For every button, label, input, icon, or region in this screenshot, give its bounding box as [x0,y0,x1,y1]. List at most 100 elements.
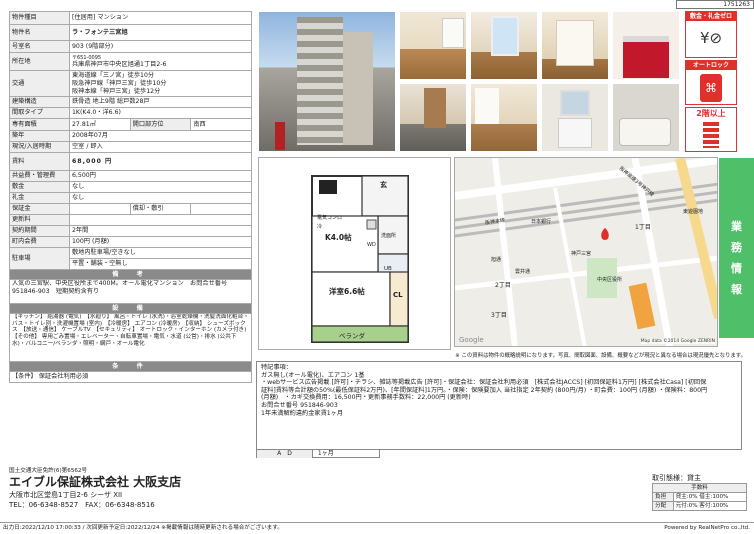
tab-char: 情 [731,262,742,275]
fp-kitchen: K4.0帖 [325,233,352,242]
fee-value: 6,500円 [69,170,252,182]
structure-label: 建築構造 [9,96,70,108]
addr-value: 兵庫県神戸市中央区旭通1丁目2-6 [72,60,167,68]
type-value: [住居用] マンション [69,11,252,25]
license-no: 国土交通大臣免許(6)第6562号 [9,468,88,474]
window-label: 開口部方位 [129,118,192,131]
equip-text: 【キッチン】 給湯器 (電気) 【水廻り】 風呂・トイレ (水洗)・浴室乾燥機・… [9,313,252,362]
addr-label: 所在地 [9,52,70,71]
fp-senmen: 洗面所 [381,233,397,239]
period-label: 契約期間 [9,225,70,237]
badge-upper-floor: 2階以上 [685,107,737,152]
renewal-label: 更新料 [9,214,70,226]
fp-reizo: 冷 [317,224,323,230]
rent-value: 68,000 円 [69,152,252,171]
fp-youshitsu: 洋室6.6帖 [329,287,365,296]
fp-genkan: 玄 [380,181,387,189]
washroom-photo [541,83,609,152]
tab-char: 務 [731,241,742,254]
fee-table: 手数料 負担 貸主:0% 借主:100% 分配 元付:0% 客付:100% [652,483,748,511]
tab-char: 報 [731,283,742,296]
company-tel: TEL：06-6348-8527 FAX：06-6348-8516 [9,501,155,509]
name-label: 物件名 [9,24,70,41]
room-label: 号室名 [9,40,70,53]
lock-keypad-icon: ⌘ [700,74,722,102]
floorplan: 玄 電気コンロ 冷 K4.0帖 洗面所 WD UB 洋室6.6帖 CL ベランダ [258,157,451,350]
fp-wd: WD [367,242,376,248]
company-address: 大阪市北区堂島1丁目2-6 シーザ XII [9,491,123,499]
built-value: 2008年07月 [69,130,252,142]
traffic-line: 阪神本線「神戸三宮」徒歩12分 [72,87,161,95]
type-label: 物件種目 [9,11,70,25]
entrance-photo [399,83,467,152]
remarks-line: ・webサービス広告掲載 [許可]・チラシ、雑誌等掲載広告 [許可]・保証会社：… [261,379,707,387]
keymoney-label: 礼金 [9,192,70,204]
special-remarks: 特記事項： ガス無し(オール電化)、エアコン 1基 ・webサービス広告掲載 [… [256,361,742,450]
deposit-value: なし [69,181,252,193]
deposit-label: 敷金 [9,181,70,193]
map-label: 日本銀行 [531,219,552,225]
map-label: 東遊園地 [683,209,704,215]
company-name: エイブル保証株式会社 大阪支店 [9,475,182,489]
cityfee-label: 町内会費 [9,236,70,248]
property-id: 1751263 [676,0,754,9]
map-label: 中央区役所 [597,277,623,283]
area-map: 1丁目 2丁目 3丁目 日本銀行 阪神本線 阪神高速3号神戸線 中央区役所 東遊… [454,157,718,347]
remarks-line: 1年未満解約違約金家賃1ヶ月 [261,409,344,417]
equip-head: 設 備 [9,303,252,314]
kitchen-photo [612,11,680,80]
ad-value: 1ヶ月 [317,450,334,457]
room-value: 903 (9階部分) [69,40,252,53]
built-label: 築年 [9,130,70,142]
remarks-head: 備 考 [9,269,252,280]
window-value: 南西 [190,118,252,131]
cond-head: 条 件 [9,361,252,372]
traffic-label: 交通 [9,70,70,97]
room-photo [399,11,467,80]
disclaimer: ※ この資料は物件の概略説明になります。写真、間取図面、設備、概要などが現況と異… [455,353,746,359]
company-footer: 国土交通大臣免許(6)第6562号 エイブル保証株式会社 大阪支店 大阪市北区堂… [9,467,748,519]
map-label: 2丁目 [495,282,511,289]
spec-table: 物件種目 [住居用] マンション 物件名 ラ・フォンテ三宮旭 号室名 903 (9階部… [9,11,252,383]
bath-photo [612,83,680,152]
rent-label: 賃料 [9,152,70,171]
fp-denki: 電気コンロ [317,215,343,221]
remarks-line: お問合せ番号 951846-903 [261,401,338,409]
building-floor-icon [703,122,719,148]
cond-text: 【条件】 保証会社利用必須 [9,371,252,383]
fp-veranda: ベランダ [339,332,365,340]
period-value: 2年間 [69,225,252,237]
google-logo: Google [459,336,484,344]
structure-value: 鉄骨造 地上9階 総戸数28戸 [69,96,252,108]
layout-label: 間取タイプ [9,107,70,119]
remarks-line: 特記事項： [261,364,292,371]
room-photo [541,11,609,80]
traffic-line: 阪急神戸線「神戸三宮」徒歩10分 [72,79,167,87]
parking-line: 平置・舗装・空無し [69,258,252,270]
parking-line: 敷地内駐車場/空きなし [69,247,252,259]
map-label: 1丁目 [635,224,651,231]
remarks-text: 人気の三宮駅、中央区役所まで400M。オール電化マンション お問合せ番号 951… [9,279,252,304]
business-info-tab[interactable]: 業 務 情 報 [719,158,754,338]
status-label: 現況/入居時期 [9,141,70,153]
map-label: 3丁目 [491,312,507,319]
guarantee-label: 保証金 [9,203,70,215]
keymoney-value: なし [69,192,252,204]
layout-value: 1K(K4.0・洋6.6) [69,107,252,119]
room-photo [470,83,538,152]
tab-char: 業 [731,220,742,233]
ad-label: A D [257,450,313,458]
name-value: ラ・フォンテ三宮旭 [69,24,252,41]
map-label: 旭通 [491,257,502,263]
powered-by: Powered by RealNetPro co.,ltd. [664,525,750,531]
parking-label: 駐車場 [9,247,70,270]
area-value: 27.81㎡ [69,118,131,131]
ad-row: A D 1ヶ月 [256,449,380,458]
area-label: 専有面積 [9,118,70,131]
building-photo [258,11,396,152]
traffic-line: 東海道線「三ノ宮」徒歩10分 [72,71,155,79]
output-date: 出力日:2022/12/10 17:00:33 / 次回更新予定日:2022/1… [3,525,283,531]
badge-autolock: オートロック ⌘ [685,60,737,105]
no-deposit-icon: ¥⊘ [699,29,723,47]
room-photo [470,11,538,80]
